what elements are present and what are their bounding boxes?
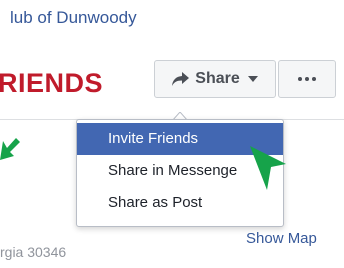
share-button[interactable]: Share <box>154 60 276 98</box>
show-map-link[interactable]: Show Map <box>246 230 317 247</box>
address-text: rgia 30346 <box>0 244 67 260</box>
more-options-button[interactable] <box>278 60 336 98</box>
green-arrow-icon <box>0 138 20 160</box>
caret-down-icon <box>247 76 258 82</box>
green-pointer-icon <box>250 146 286 190</box>
menu-item-share-as-post[interactable]: Share as Post <box>77 187 283 219</box>
more-dots-icon <box>298 77 316 81</box>
share-button-label: Share <box>195 70 240 87</box>
share-arrow-icon <box>172 72 190 86</box>
page-name[interactable]: lub of Dunwoody <box>10 8 137 28</box>
hero-text: RIENDS <box>0 68 104 98</box>
